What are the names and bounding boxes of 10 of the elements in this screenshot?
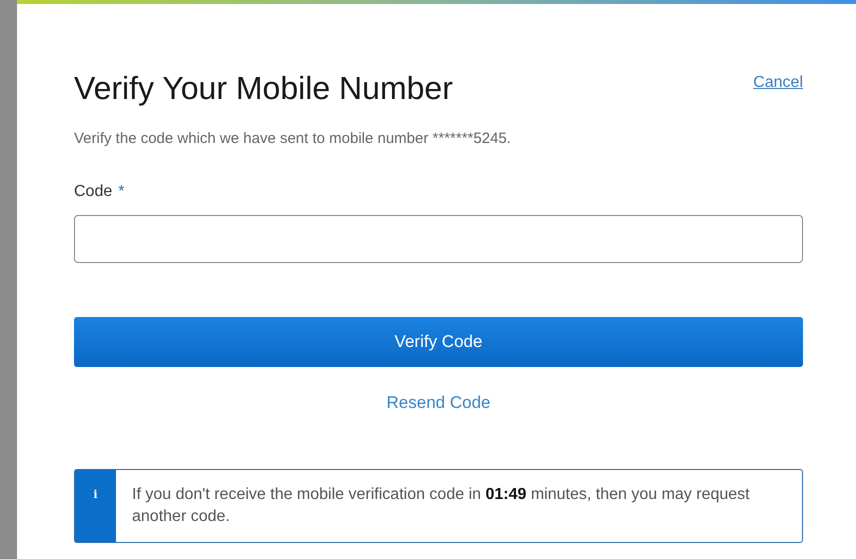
verify-code-button[interactable]: Verify Code (74, 317, 803, 367)
field-label: Code (74, 183, 112, 201)
required-mark: * (118, 183, 124, 201)
resend-code-link[interactable]: Resend Code (386, 393, 490, 413)
cancel-link[interactable]: Cancel (753, 74, 803, 92)
info-icon: i (93, 488, 98, 501)
description-text: Verify the code which we have sent to mobile number *******5245. (74, 130, 512, 147)
notice-text: If you don't receive the mobile verification code in 01:49 minutes, then you may request another code. (131, 485, 751, 527)
code-input-field[interactable] (74, 215, 803, 263)
dialog-title: Verify Your Mobile Number (74, 69, 453, 108)
